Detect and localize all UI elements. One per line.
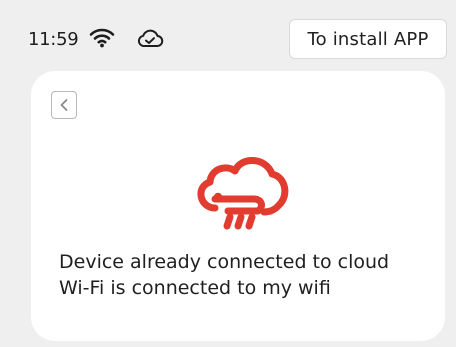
status-time: 11:59 bbox=[28, 29, 79, 50]
cloud-device-icon bbox=[197, 157, 289, 230]
cloud-status-text: Device already connected to cloud bbox=[59, 251, 390, 273]
install-app-label: To install APP bbox=[307, 28, 429, 50]
install-app-button[interactable]: To install APP bbox=[289, 19, 447, 59]
back-button[interactable] bbox=[51, 91, 77, 119]
cloud-check-icon bbox=[137, 29, 164, 47]
chevron-left-icon bbox=[60, 99, 68, 111]
connection-message: Device already connected to cloud Wi-Fi … bbox=[59, 249, 439, 301]
status-card: Device already connected to cloud Wi-Fi … bbox=[31, 71, 445, 341]
wifi-icon bbox=[89, 28, 115, 48]
wifi-status-text: Wi-Fi is connected to my wifi bbox=[59, 277, 331, 299]
